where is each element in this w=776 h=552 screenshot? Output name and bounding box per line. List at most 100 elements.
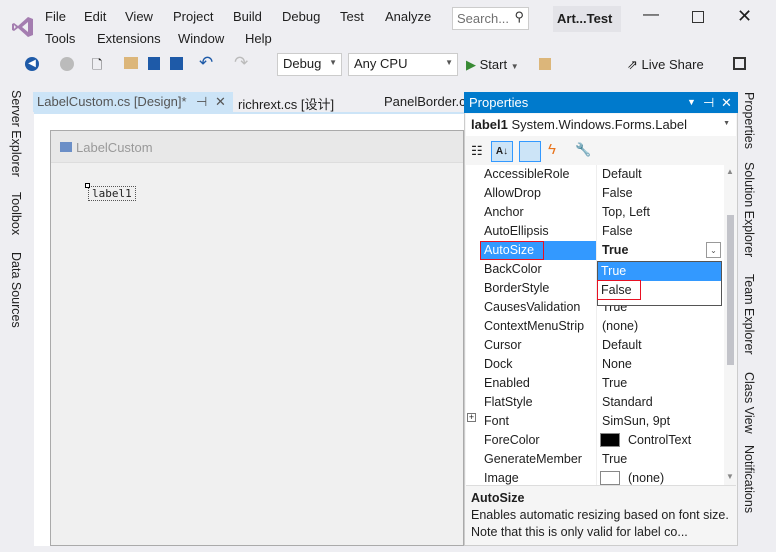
object-selector[interactable]: label1 System.Windows.Forms.Label ▼ [466,114,736,136]
menu-file[interactable]: File [45,9,66,24]
platform-value: Any CPU [354,56,408,71]
data-sources-tab[interactable]: Data Sources [9,252,23,328]
team-explorer-tab[interactable]: Team Explorer [742,274,756,355]
back-button[interactable]: ◀ [25,57,39,71]
pin-icon[interactable]: ⊣ [196,94,207,110]
description-pane: AutoSize Enables automatic resizing base… [466,485,736,545]
menu-edit[interactable]: Edit [84,9,106,24]
property-value[interactable]: Top, Left [602,205,650,219]
new-project-icon[interactable]: 🗋 [92,56,102,78]
tab-labelcustom-design[interactable]: LabelCustom.cs [Design]* ⊣ ✕ [33,92,233,112]
tab-panelborder[interactable]: PanelBorder.cs [380,92,464,112]
property-value[interactable]: False [602,224,633,238]
close-panel-icon[interactable]: ✕ [721,95,732,111]
property-row-enabled[interactable]: Enabled True [480,374,723,393]
label1-control[interactable]: label1 [88,186,136,201]
property-value[interactable]: Default [602,167,642,181]
property-row-forecolor[interactable]: ForeColor ControlText [480,431,723,450]
property-row-autosize[interactable]: AutoSize True ⌄ [480,241,723,260]
solution-explorer-tab[interactable]: Solution Explorer [742,162,756,257]
live-share-button[interactable]: ⇗ Live Share [627,57,704,73]
properties-button[interactable] [519,141,541,162]
minimize-button[interactable]: — [643,6,659,24]
configuration-dropdown[interactable]: Debug ▼ [277,53,342,76]
start-button[interactable]: ▶ Start ▼ [466,57,519,73]
property-row-image[interactable]: Image (none) [480,469,723,485]
close-tab-icon[interactable]: ✕ [215,94,226,110]
find-icon[interactable] [539,58,551,70]
menu-project[interactable]: Project [173,9,213,24]
menu-debug[interactable]: Debug [282,9,320,24]
configuration-value: Debug [283,56,322,71]
tab-richrext[interactable]: richrext.cs [设计] [234,92,338,112]
property-name: Anchor [484,205,524,219]
grid-scrollbar[interactable]: ▲ ▼ [724,165,737,485]
menu-help[interactable]: Help [245,31,272,46]
categorized-button[interactable]: ☷ [471,143,483,159]
feedback-icon[interactable] [733,57,746,70]
menu-test[interactable]: Test [340,9,364,24]
toolbox-tab[interactable]: Toolbox [9,192,23,235]
property-value[interactable]: False [602,186,633,200]
panel-menu-icon[interactable]: ▼ [687,97,696,107]
scroll-thumb[interactable] [727,215,734,365]
property-row-flatstyle[interactable]: FlatStyle Standard [480,393,723,412]
property-row-contextmenustrip[interactable]: ContextMenuStrip (none) [480,317,723,336]
resize-handle[interactable] [85,183,90,188]
class-view-tab[interactable]: Class View [742,372,756,434]
menu-tools[interactable]: Tools [45,31,75,46]
events-icon[interactable]: ϟ [548,141,556,158]
property-value[interactable]: None [602,357,632,371]
property-row-font[interactable]: Font SimSun, 9pt + [467,412,723,431]
start-label: Start [479,57,508,72]
properties-side-tab[interactable]: Properties [742,92,756,149]
menu-view[interactable]: View [125,9,153,24]
chevron-down-icon[interactable]: ⌄ [706,242,721,258]
property-value[interactable]: Default [602,338,642,352]
property-value[interactable]: SimSun, 9pt [602,414,670,428]
property-row-accessiblerole[interactable]: AccessibleRole Default [480,165,723,184]
property-value[interactable]: Standard [602,395,653,409]
platform-dropdown[interactable]: Any CPU ▼ [348,53,458,76]
menu-analyze[interactable]: Analyze [385,9,431,24]
search-box[interactable]: Search... ⚲ [452,7,529,30]
save-all-icon[interactable] [170,57,183,70]
forward-button[interactable] [60,57,74,71]
property-row-autoellipsis[interactable]: AutoEllipsis False [480,222,723,241]
property-name: Enabled [484,376,530,390]
server-explorer-tab[interactable]: Server Explorer [9,90,23,177]
property-name: BorderStyle [484,281,550,295]
menu-build[interactable]: Build [233,9,262,24]
expand-icon[interactable]: + [467,413,476,422]
open-file-icon[interactable] [124,57,138,69]
property-row-dock[interactable]: Dock None [480,355,723,374]
property-value[interactable]: True [602,243,628,257]
menu-window[interactable]: Window [178,31,224,46]
pin-icon[interactable]: ⊣ [703,95,714,111]
scroll-down-icon[interactable]: ▼ [726,472,734,481]
property-value[interactable]: (none) [602,319,638,333]
property-value[interactable]: ControlText [628,433,691,447]
property-row-anchor[interactable]: Anchor Top, Left [480,203,723,222]
property-row-allowdrop[interactable]: AllowDrop False [480,184,723,203]
close-button[interactable]: ✕ [737,6,752,27]
notifications-tab[interactable]: Notifications [742,445,756,513]
scroll-up-icon[interactable]: ▲ [726,167,734,176]
properties-header: Properties ▼ ⊣ ✕ [464,92,738,113]
property-pages-icon[interactable]: 🔧 [575,142,591,158]
chevron-down-icon: ▼ [329,58,337,67]
property-value[interactable]: (none) [628,471,664,485]
save-icon[interactable] [148,57,160,70]
maximize-button[interactable] [692,11,704,23]
option-true[interactable]: True [598,262,721,281]
property-value[interactable]: True [602,376,627,390]
chevron-down-icon: ▼ [723,120,730,127]
alphabetical-button[interactable]: A↓ [491,141,513,162]
redo-icon[interactable]: ↷ [234,53,248,73]
menu-extensions[interactable]: Extensions [97,31,161,46]
property-row-cursor[interactable]: Cursor Default [480,336,723,355]
property-name: Font [484,414,510,428]
property-row-generatemember[interactable]: GenerateMember True [480,450,723,469]
property-value[interactable]: True [602,452,627,466]
undo-icon[interactable]: ↶ [199,53,213,73]
